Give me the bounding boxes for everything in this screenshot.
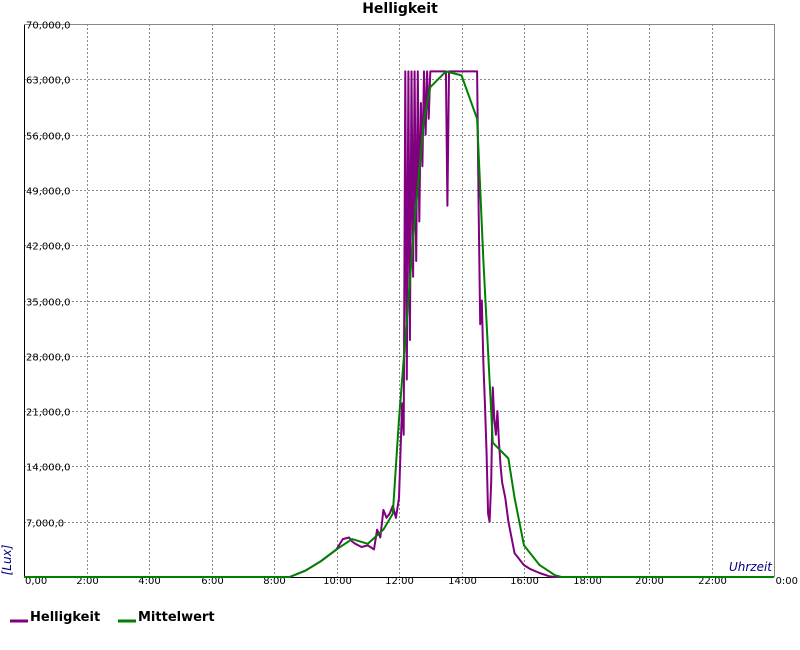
chart: Helligkeit 7,000,0 14,000,0 21,000,0 28,000… xyxy=(0,0,800,650)
y-tick-label: 56,000,0 xyxy=(26,132,71,143)
legend-label-helligkeit: Helligkeit xyxy=(30,610,100,625)
x-axis-label: Uhrzeit xyxy=(729,560,773,574)
y-tick-label: 42,000,0 xyxy=(26,242,71,253)
legend-label-mittelwert: Mittelwert xyxy=(138,610,215,625)
y-tick-label: 35,000,0 xyxy=(26,298,71,309)
x-tick-label: 0:00 xyxy=(776,576,798,587)
chart-title: Helligkeit xyxy=(362,1,438,17)
x-tick-label: 14:00 xyxy=(448,576,477,587)
x-tick-label: 12:00 xyxy=(385,576,414,587)
y-tick-label: 7,000,0 xyxy=(26,519,64,530)
x-tick-label: 10:00 xyxy=(323,576,352,587)
y-tick-label: 70,000,0 xyxy=(26,21,71,32)
y-tick-label: 63,000,0 xyxy=(26,76,71,87)
y-tick-label: 14,000,0 xyxy=(26,463,71,474)
y-axis-label: [Lux] xyxy=(0,544,14,575)
y-tick-label: 49,000,0 xyxy=(26,187,71,198)
x-tick-label: 16:00 xyxy=(510,576,539,587)
y-tick-label: 28,000,0 xyxy=(26,353,71,364)
y-tick-label: 21,000,0 xyxy=(26,408,71,419)
